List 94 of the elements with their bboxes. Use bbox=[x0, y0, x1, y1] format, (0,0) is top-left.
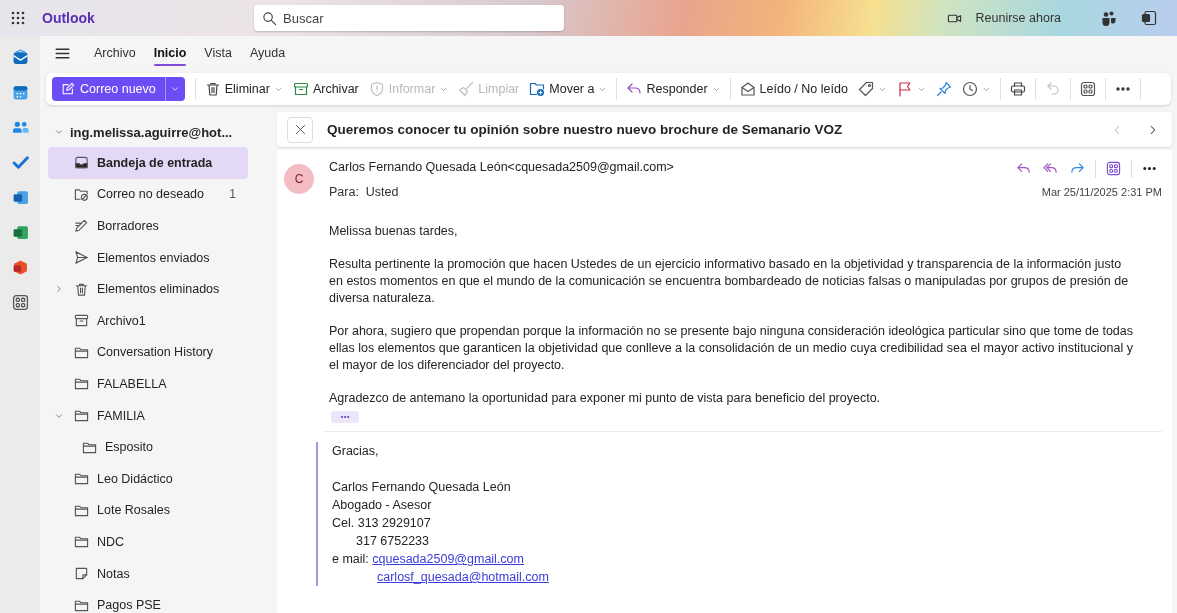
calendar-icon bbox=[11, 84, 29, 101]
envelope-icon bbox=[739, 81, 756, 97]
body-paragraph: Agradezco de antemano la oportunidad para exponer mi punto de vista para beneficio del proyecto. bbox=[329, 390, 882, 407]
folder-item[interactable]: Esposito bbox=[48, 431, 248, 463]
search-field[interactable]: Buscar bbox=[254, 5, 564, 31]
printer-icon bbox=[1009, 81, 1026, 97]
folder-item[interactable]: Elementos eliminados bbox=[48, 273, 248, 305]
meet-now-button[interactable]: Reunirse ahora bbox=[940, 6, 1067, 30]
trash-icon bbox=[74, 281, 89, 297]
app-launcher-icon bbox=[10, 10, 26, 26]
recipient-line: Para: Usted bbox=[329, 185, 400, 199]
sender-name: Carlos Fernando Quesada León<cquesada2509@gmail.com> bbox=[329, 159, 675, 176]
folder-item[interactable]: Borradores bbox=[48, 210, 248, 242]
folder-item[interactable]: Leo Didáctico bbox=[48, 462, 248, 495]
signature-text: Abogado - Asesor bbox=[332, 497, 433, 514]
chevron-down-icon bbox=[54, 127, 64, 137]
compose-icon bbox=[61, 82, 75, 96]
search-icon bbox=[262, 11, 277, 26]
apps-icon bbox=[1079, 81, 1096, 97]
folder-item[interactable]: Archivo1 bbox=[48, 304, 248, 337]
folder-icon bbox=[74, 376, 89, 392]
folder-icon bbox=[529, 81, 546, 97]
folder-item[interactable]: Correo no deseado 1 bbox=[48, 178, 248, 211]
forward-icon bbox=[1070, 161, 1085, 176]
inbox-icon bbox=[74, 155, 89, 171]
folder-icon bbox=[74, 408, 89, 424]
menu-tab[interactable]: Ayuda bbox=[242, 40, 293, 66]
account-item[interactable]: ing.melissa.aguirre@hot... bbox=[48, 117, 239, 147]
new-mail-button[interactable]: Correo nuevo bbox=[52, 77, 165, 101]
unread-count: 1 bbox=[229, 187, 237, 202]
toolbar-button[interactable]: Archivar bbox=[287, 78, 364, 100]
document-icon bbox=[1141, 10, 1157, 26]
folder-icon bbox=[74, 534, 89, 550]
shield-icon bbox=[368, 81, 385, 97]
reply-all-icon bbox=[1043, 161, 1058, 176]
folder-item[interactable]: FALABELLA bbox=[48, 368, 248, 400]
pencil-icon bbox=[74, 218, 89, 234]
apps-icon bbox=[1106, 161, 1121, 176]
menu-tab[interactable]: Inicio bbox=[146, 40, 194, 66]
new-mail-dropdown[interactable] bbox=[164, 77, 185, 101]
signature-text: Carlos Fernando Quesada León bbox=[332, 479, 512, 496]
signature-text: Cel. 313 2929107 bbox=[332, 515, 432, 532]
show-more-button[interactable] bbox=[331, 411, 359, 423]
sender-avatar: C bbox=[284, 164, 314, 194]
archive-icon bbox=[292, 81, 309, 97]
body-paragraph: Resulta pertinente la promoción que hacen Ustedes de un ejercicio informativo basado en la objetividad y transparencia de la información justo en estos momentos en que el mundo de la comunicación se encuentra bombardeado de noticias falsas o manipuladas por grupos de presión de diversa naturaleza. bbox=[329, 256, 1130, 307]
toolbar-button[interactable]: Responder bbox=[621, 78, 726, 100]
checkmark-icon bbox=[11, 154, 29, 171]
toolbar-button[interactable]: Leído / No leído bbox=[734, 78, 853, 100]
clock-icon bbox=[961, 81, 978, 97]
close-icon bbox=[293, 123, 307, 136]
toolbar-button[interactable]: Eliminar bbox=[199, 78, 288, 100]
mail-icon bbox=[11, 49, 29, 66]
people-icon bbox=[11, 119, 29, 136]
app-name: Outlook bbox=[42, 10, 96, 26]
document-icon bbox=[11, 189, 29, 206]
folder-item[interactable]: Notas bbox=[48, 557, 248, 590]
folder-item[interactable]: FAMILIA bbox=[48, 399, 248, 432]
people-icon bbox=[1101, 10, 1117, 26]
message-date: Mar 25/11/2025 2:31 PM bbox=[1040, 186, 1162, 198]
office-icon bbox=[11, 259, 29, 276]
flag-icon bbox=[896, 81, 913, 97]
junk-folder-icon bbox=[74, 186, 89, 202]
folder-item[interactable]: Conversation History bbox=[48, 336, 248, 369]
email-link[interactable]: carlosf_quesada@hotmail.com bbox=[377, 570, 549, 584]
menu-tab[interactable]: Archivo bbox=[87, 40, 143, 66]
folder-item[interactable]: Bandeja de entrada bbox=[48, 147, 248, 179]
chevron-right-icon bbox=[54, 284, 64, 295]
archive-icon bbox=[74, 313, 89, 329]
note-icon bbox=[74, 566, 89, 581]
signature-text: 317 6752233 bbox=[355, 533, 430, 550]
pin-icon bbox=[935, 81, 952, 97]
folder-item[interactable]: NDC bbox=[48, 526, 248, 558]
folder-item[interactable]: Elementos enviados bbox=[48, 241, 248, 274]
reply-icon bbox=[1016, 161, 1031, 176]
message-subject: Queremos conocer tu opinión sobre nuestro nuevo brochure de Semanario VOZ bbox=[327, 122, 844, 137]
body-paragraph: Por ahora, sugiero que propendan porque la información no se presente bajo ninguna consideración ideológica particular sino que tome de todas ellas los elementos que garanticen la objetividad que conlleve a la consolidación de un medio cuya credibilidad sea el mayor activo institucional y el mayor de los diferenciador del proyecto. bbox=[329, 323, 1134, 374]
close-button[interactable] bbox=[287, 116, 313, 143]
body-paragraph: Melissa buenas tardes, bbox=[329, 223, 459, 240]
toolbar-button[interactable]: Mover a bbox=[524, 78, 613, 100]
trash-icon bbox=[204, 81, 221, 97]
signature-text: e mail: bbox=[332, 552, 369, 566]
tag-icon bbox=[857, 81, 874, 97]
signature-text: Gracias, bbox=[332, 443, 380, 460]
spreadsheet-icon bbox=[11, 224, 29, 241]
menu-tab[interactable]: Vista bbox=[197, 40, 239, 66]
folder-item[interactable]: Lote Rosales bbox=[48, 494, 248, 527]
folder-icon bbox=[74, 471, 89, 487]
email-link[interactable]: cquesada2509@gmail.com bbox=[372, 552, 524, 566]
chevron-down-icon bbox=[170, 84, 181, 94]
apps-icon bbox=[11, 294, 29, 311]
folder-item[interactable]: Pagos PSE bbox=[48, 589, 248, 613]
broom-icon bbox=[458, 81, 475, 97]
send-icon bbox=[74, 250, 89, 266]
